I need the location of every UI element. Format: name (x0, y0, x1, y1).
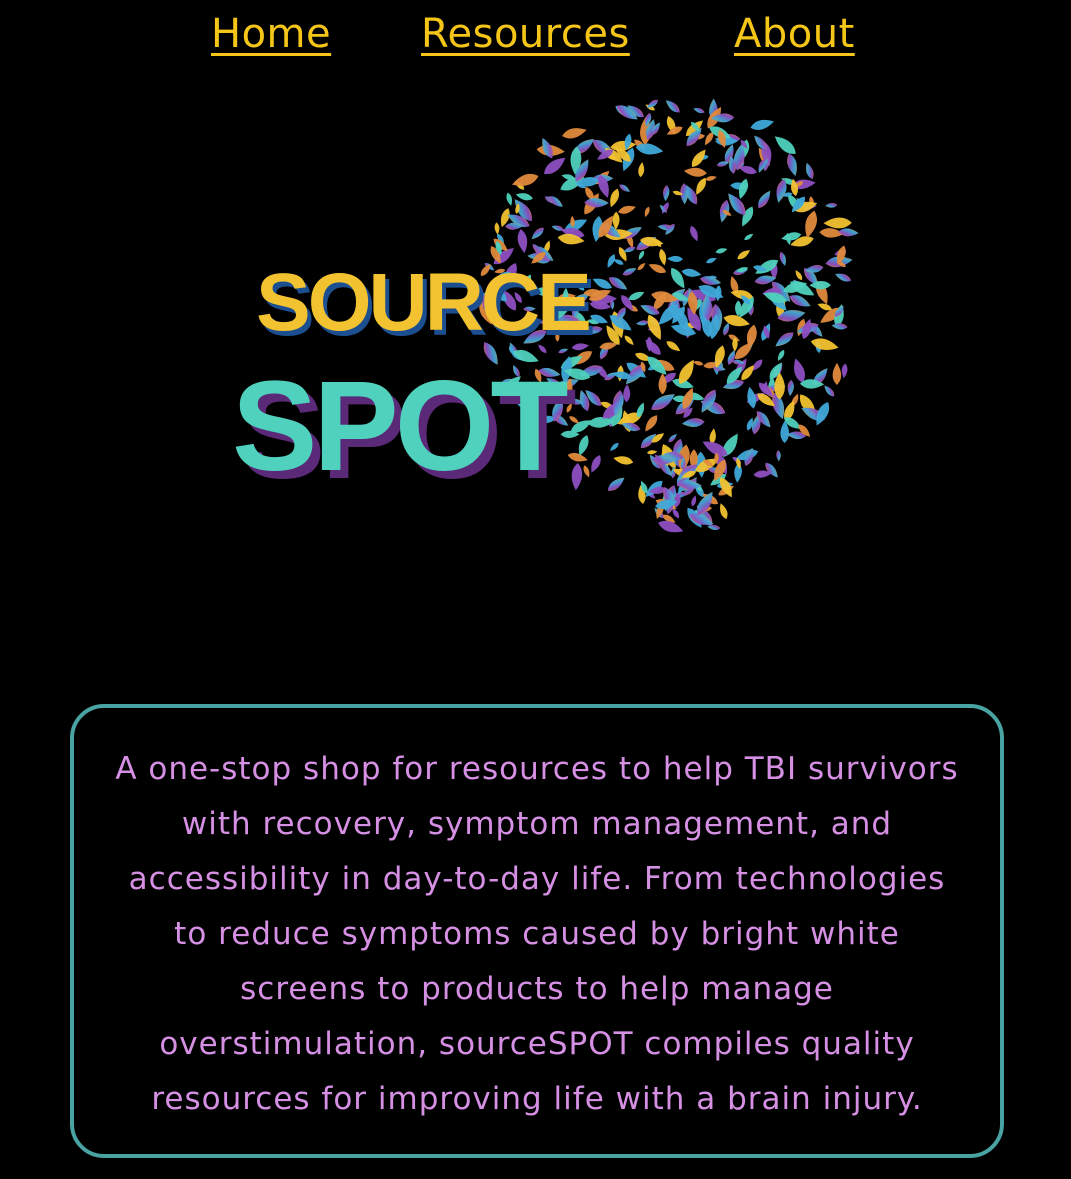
site-description: A one-stop shop for resources to help TB… (115, 751, 959, 1117)
sourcespot-logo: SOURCE SOURCE SPOT SPOT (220, 90, 870, 540)
nav-link-resources[interactable]: Resources (421, 8, 630, 60)
top-nav: Home Resources About (0, 8, 1071, 68)
logo-source-text: SOURCE (256, 257, 589, 348)
logo-spot-text: SPOT (232, 355, 567, 498)
logo-wordmark: SOURCE SOURCE SPOT SPOT (232, 257, 596, 506)
nav-link-about[interactable]: About (734, 8, 855, 60)
logo-graphic: SOURCE SOURCE SPOT SPOT (232, 98, 859, 533)
info-panel: A one-stop shop for resources to help TB… (70, 704, 1004, 1158)
nav-link-home[interactable]: Home (211, 8, 331, 60)
